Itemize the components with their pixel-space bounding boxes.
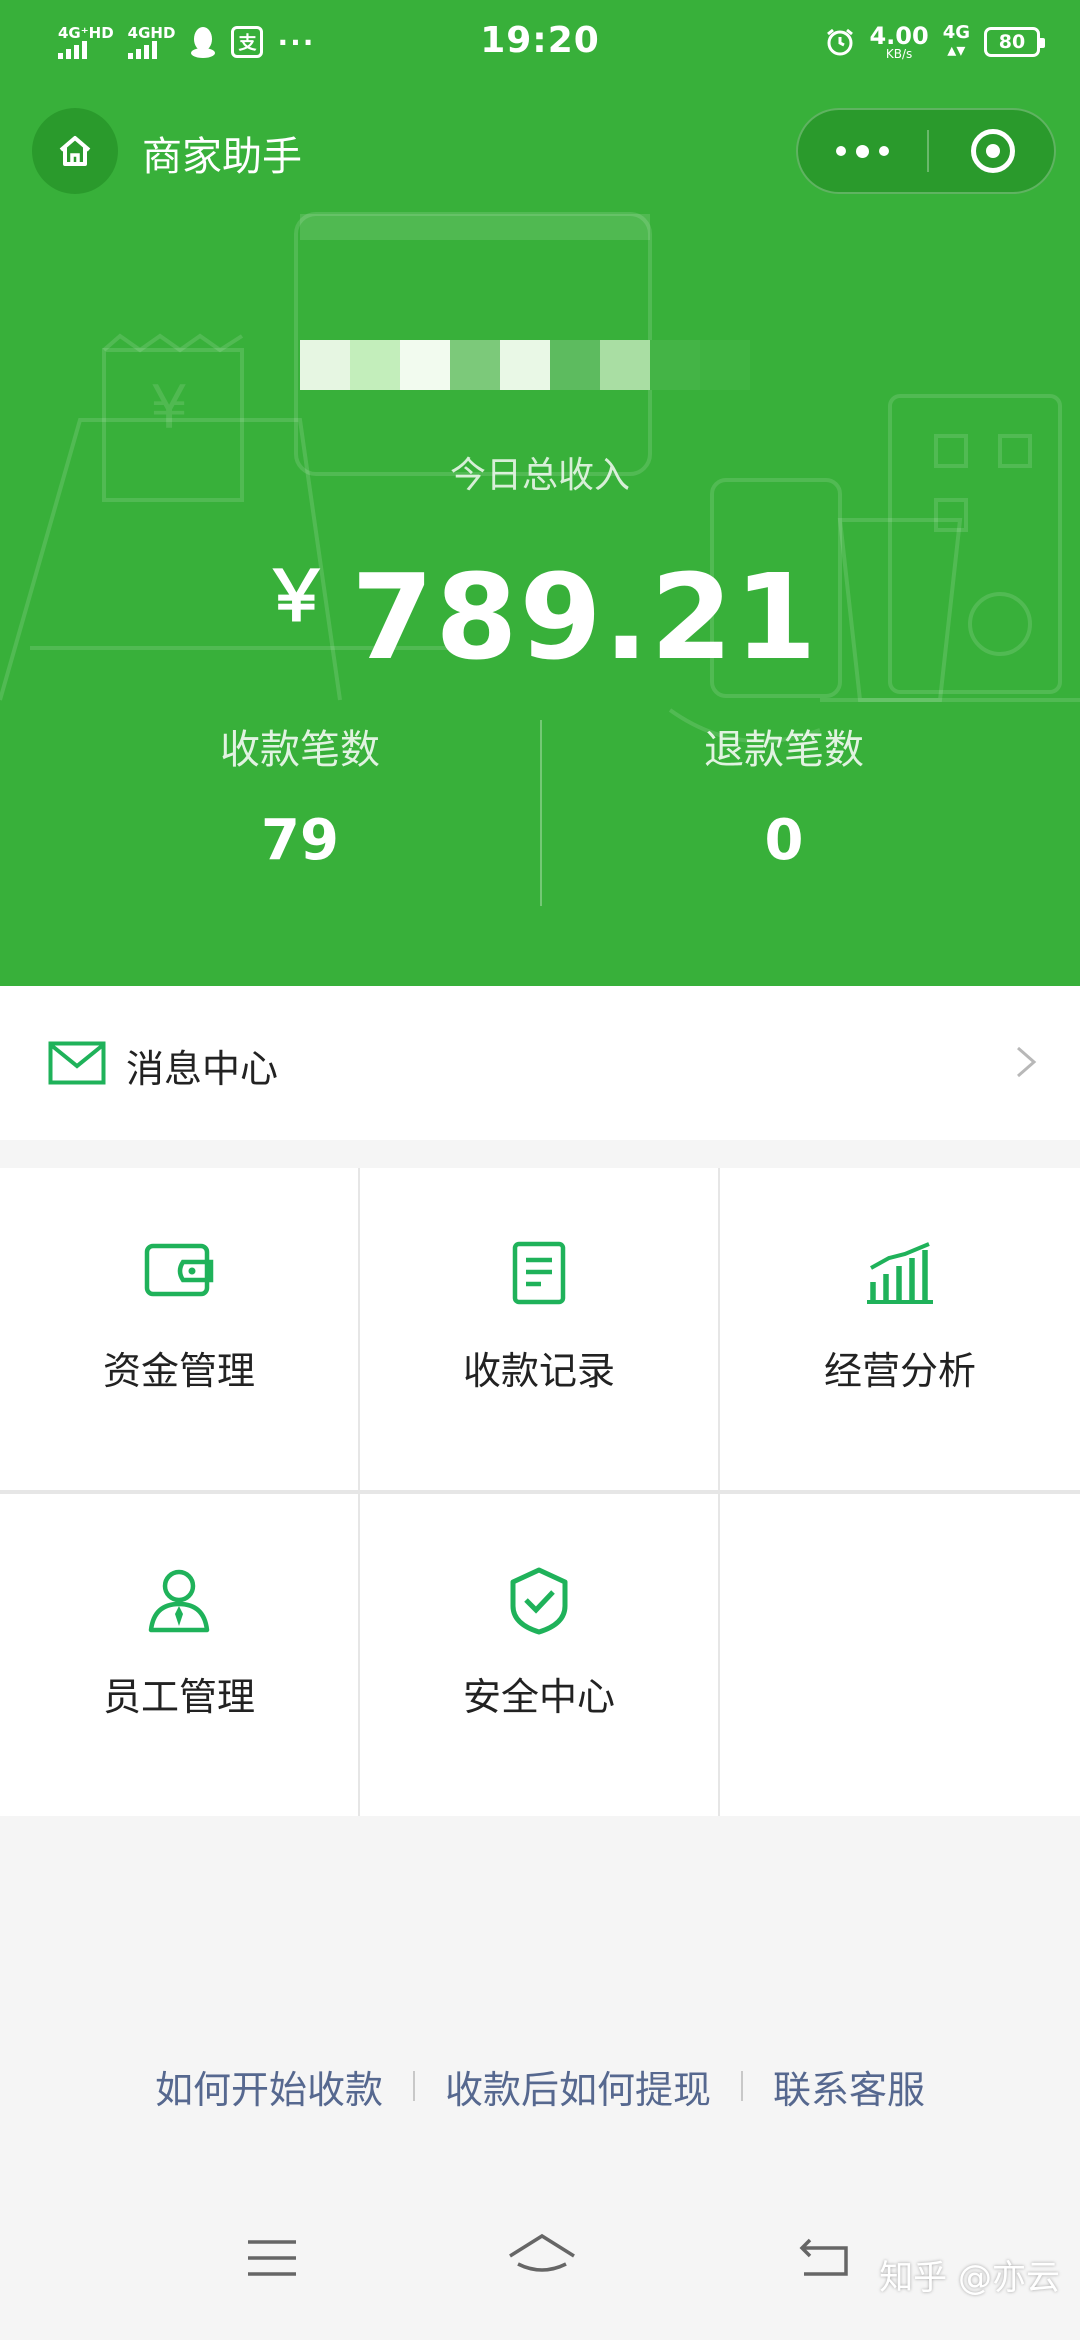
grid-item-label: 资金管理 xyxy=(102,1349,255,1393)
more-dot-icon xyxy=(878,146,889,156)
svg-text:¥: ¥ xyxy=(150,373,188,443)
status-bar: 4G⁺HD 4GHD 支 ··· 19:20 4.00 KB/s 4G ▴▾ 8… xyxy=(0,0,1080,84)
payments-count: 79 xyxy=(261,808,339,873)
alarm-icon xyxy=(827,28,854,56)
more-button[interactable] xyxy=(798,110,926,192)
grid-item-payment-records[interactable]: 收款记录 xyxy=(360,1168,718,1490)
battery-icon: 80 xyxy=(984,27,1045,57)
refunds-label: 退款笔数 xyxy=(704,727,864,773)
message-center-row[interactable]: 消息中心 xyxy=(0,986,1080,1140)
menu-icon[interactable] xyxy=(246,2230,298,2290)
network-speed-unit: KB/s xyxy=(885,47,913,61)
message-center-label: 消息中心 xyxy=(126,1047,279,1091)
more-dot-icon xyxy=(855,144,869,158)
help-links: 如何开始收款 收款后如何提现 联系客服 xyxy=(0,2056,1080,2116)
signal-4g-label: 4G xyxy=(942,22,970,43)
home-button[interactable] xyxy=(32,108,118,194)
watermark: 知乎 @亦云 xyxy=(879,2258,1060,2298)
navigation-bar: 商家助手 xyxy=(0,100,1080,200)
battery-level: 80 xyxy=(998,31,1026,53)
link-divider xyxy=(412,2071,415,2101)
grid-item-fund-management[interactable]: 资金管理 xyxy=(0,1168,358,1490)
grid-item-label: 员工管理 xyxy=(102,1675,255,1719)
grid-item-label: 收款记录 xyxy=(462,1349,615,1393)
close-button[interactable] xyxy=(929,110,1056,192)
home-icon xyxy=(59,136,91,166)
feature-grid: 资金管理 收款记录 经营分析 员工管理 安全中心 xyxy=(0,1168,1080,1816)
network-speed-value: 4.00 xyxy=(869,22,929,50)
system-home-icon[interactable] xyxy=(506,2230,578,2290)
income-value: 789.21 xyxy=(351,548,819,686)
refunds-stat[interactable]: 退款笔数 0 xyxy=(514,720,1054,873)
contact-support-link[interactable]: 联系客服 xyxy=(773,2059,925,2114)
payments-label: 收款笔数 xyxy=(220,727,380,773)
grid-item-business-analysis[interactable]: 经营分析 xyxy=(720,1168,1080,1490)
document-icon xyxy=(512,1241,566,1305)
page-title: 商家助手 xyxy=(142,134,302,180)
grid-item-staff-management[interactable]: 员工管理 xyxy=(0,1494,358,1816)
grid-item-security-center[interactable]: 安全中心 xyxy=(360,1494,718,1816)
more-dot-icon xyxy=(835,146,846,156)
transaction-stats: 收款笔数 79 退款笔数 0 xyxy=(0,720,1080,910)
how-to-collect-link[interactable]: 如何开始收款 xyxy=(155,2059,383,2114)
currency-symbol: ￥ xyxy=(261,555,332,637)
bar-chart-icon xyxy=(867,1242,933,1304)
staff-icon xyxy=(148,1569,210,1633)
link-divider xyxy=(741,2071,743,2101)
income-label: 今日总收入 xyxy=(449,455,630,496)
signal-4g-icon: 4G ▴▾ xyxy=(942,22,970,61)
summary-header: ¥ 4G⁺HD 4GHD 支 ··· 19:20 4.00 KB/s 4G ▴▾… xyxy=(0,0,1080,986)
refunds-count: 0 xyxy=(764,808,804,873)
capsule-menu xyxy=(796,108,1056,194)
income-amount: ￥ 789.21 xyxy=(0,540,1080,686)
back-icon[interactable] xyxy=(796,2230,852,2290)
shield-check-icon xyxy=(510,1567,568,1635)
close-circle-icon xyxy=(970,129,1015,173)
grid-item-empty xyxy=(720,1494,1080,1816)
how-to-withdraw-link[interactable]: 收款后如何提现 xyxy=(445,2059,711,2114)
blurred-merchant-name xyxy=(300,340,770,390)
grid-item-label: 安全中心 xyxy=(462,1675,615,1719)
wallet-icon xyxy=(144,1243,214,1297)
grid-item-label: 经营分析 xyxy=(823,1349,976,1393)
network-speed: 4.00 KB/s xyxy=(869,24,928,60)
envelope-icon xyxy=(48,1041,106,1085)
payments-stat[interactable]: 收款笔数 79 xyxy=(30,720,570,873)
chevron-right-icon xyxy=(1017,1046,1037,1078)
